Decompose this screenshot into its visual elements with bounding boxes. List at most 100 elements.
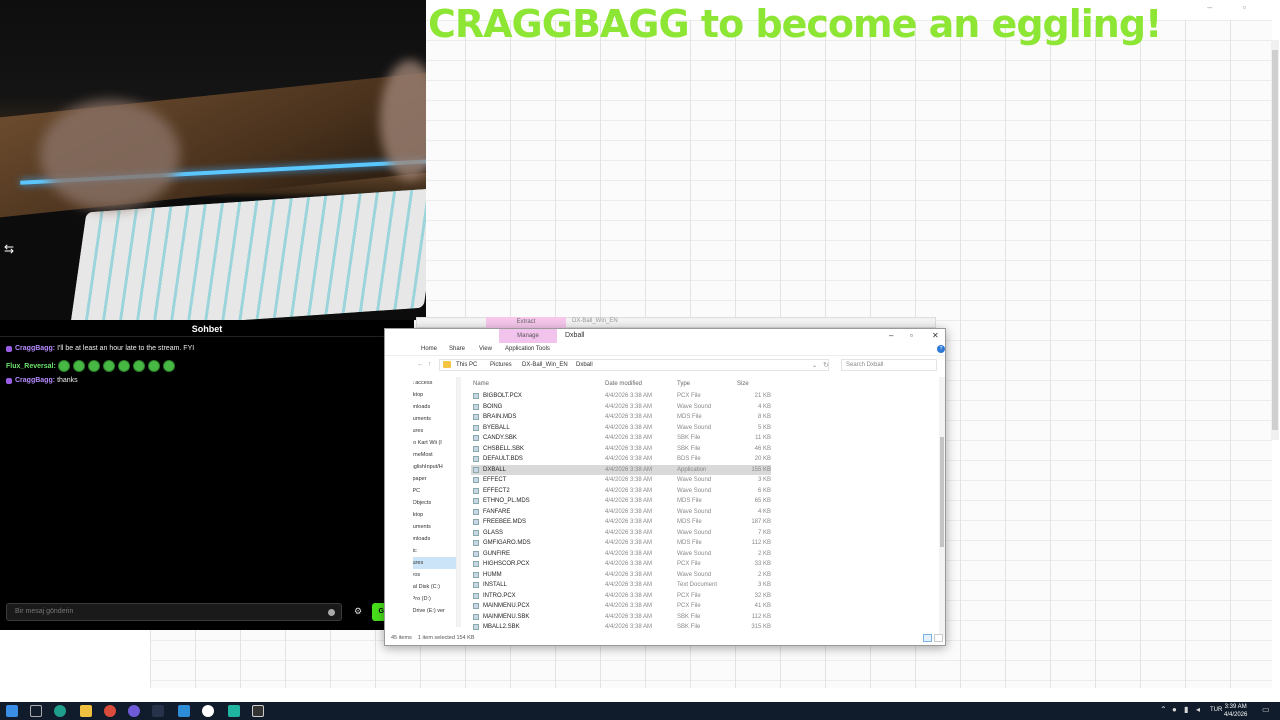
background-scrollbar[interactable] [1271,40,1279,440]
file-row[interactable]: EFFECT 4/4/2026 3:38 AM Wave Sound 3 KB [471,475,771,486]
navigation-scrollbar[interactable] [457,377,461,627]
chevron-down-icon[interactable]: ⌄ [812,362,817,369]
file-type: Wave Sound [677,424,712,431]
clock[interactable]: 3:39 AM 4/4/2026 [1224,703,1247,719]
nav-item[interactable]: hemeMost [413,449,456,461]
file-row[interactable]: DXBALL 4/4/2026 3:38 AM Application 155 KB [471,464,771,475]
steam-icon[interactable] [152,705,164,717]
gear-icon[interactable]: ⚙ [354,606,362,617]
nav-item[interactable]: allpaper [413,473,456,485]
nav-item[interactable]: is PC [413,485,456,497]
file-row[interactable]: BOING 4/4/2026 3:38 AM Wave Sound 4 KB [471,402,771,413]
chevron-up-icon[interactable]: ⌃ [1160,705,1167,714]
nav-item[interactable]: D Drive (E:) ver [413,605,456,617]
nav-item[interactable]: ocuments [413,521,456,533]
volume-icon[interactable]: ◂ [1196,705,1200,714]
ribbon-tab-share[interactable]: Share [449,346,465,352]
file-row[interactable]: CANDY.SBK 4/4/2026 3:38 AM SBK File 11 KB [471,433,771,444]
details-view-icon[interactable] [923,634,932,642]
maximize-icon[interactable]: ▫ [910,331,913,340]
nav-item[interactable]: usic [413,545,456,557]
column-header-name[interactable]: Name [473,381,489,387]
chat-input[interactable]: Bir mesaj gönderin [6,603,342,621]
tiles-view-icon[interactable] [934,634,943,642]
nav-item[interactable]: EnglishInput/H [413,461,456,473]
file-row[interactable]: FANFARE 4/4/2026 3:38 AM Wave Sound 4 KB [471,507,771,518]
column-header-type[interactable]: Type [677,381,690,387]
file-row[interactable]: FREEBEE.MDS 4/4/2026 3:38 AM MDS File 187 K… [471,517,771,528]
nav-item[interactable]: ick access [413,377,456,389]
nav-item[interactable]: ario Kart Wii (I [413,437,456,449]
extract-tab[interactable]: Extract [486,317,566,328]
start-icon[interactable] [6,705,18,717]
ribbon-tab-home[interactable]: Home [421,346,437,352]
app-icon[interactable] [178,705,190,717]
chat-username[interactable]: CraggBagg: [15,377,55,384]
manage-tab[interactable]: Manage [499,329,557,343]
chat-username[interactable]: CraggBagg: [15,345,55,352]
file-row[interactable]: GUNFIRE 4/4/2026 3:38 AM Wave Sound 2 KB [471,549,771,560]
nav-item[interactable]: esktop [413,389,456,401]
background-window-controls[interactable]: – ▫ [1207,2,1260,12]
breadcrumb-dxball[interactable]: Dxball [576,362,593,368]
app-icon[interactable] [252,705,264,717]
address-bar[interactable]: This PC Pictures DX-Ball_Win_EN Dxball ⌄ [439,359,829,371]
app-icon[interactable] [228,705,240,717]
file-row[interactable]: HIGHSCOR.PCX 4/4/2026 3:38 AM PCX File 33 K… [471,559,771,570]
network-icon[interactable]: ▮ [1184,705,1188,714]
nav-item[interactable]: D Objects [413,497,456,509]
nav-item[interactable]: ownloads [413,401,456,413]
file-explorer-icon[interactable] [80,705,92,717]
refresh-icon[interactable]: ↻ [823,361,829,369]
nav-item[interactable]: ocal Disk (C:) [413,581,456,593]
file-row[interactable]: MBALL2.SBK 4/4/2026 3:38 AM SBK File 315 KB [471,622,771,633]
file-row[interactable]: BIGBOLT.PCX 4/4/2026 3:38 AM PCX File 21 KB [471,391,771,402]
nav-item[interactable]: ownloads [413,533,456,545]
file-row[interactable]: CHSBELL.SBK 4/4/2026 3:38 AM SBK File 46 KB [471,444,771,455]
explorer-titlebar[interactable] [385,329,945,343]
app-icon[interactable] [202,705,214,717]
nav-item[interactable]: ocuments [413,413,456,425]
nav-item[interactable]: ictures [413,425,456,437]
nav-item[interactable]: ideos [413,569,456,581]
up-icon[interactable]: ↑ [428,361,432,368]
close-icon[interactable]: ✕ [932,331,939,340]
nav-item[interactable]: esktop [413,509,456,521]
file-row[interactable]: INSTALL 4/4/2026 3:38 AM Text Document 3 KB [471,580,771,591]
nav-item-selected[interactable]: ictures [413,557,456,569]
search-input[interactable]: Search Dxball [841,359,937,371]
edge-icon[interactable] [54,705,66,717]
task-view-icon[interactable] [30,705,42,717]
language-indicator[interactable]: TUR [1210,707,1222,713]
minimize-icon[interactable]: – [889,331,893,340]
chrome-icon[interactable] [104,705,116,717]
column-header-size[interactable]: Size [737,381,749,387]
help-icon[interactable]: ? [937,345,945,353]
file-row[interactable]: ETHNO_PL.MDS 4/4/2026 3:38 AM MDS File 65 K… [471,496,771,507]
file-row[interactable]: BRAIN.MDS 4/4/2026 3:38 AM MDS File 8 KB [471,412,771,423]
app-icon[interactable] [128,705,140,717]
file-row[interactable]: INTRO.PCX 4/4/2026 3:38 AM PCX File 32 KB [471,591,771,602]
file-row[interactable]: DEFAULT.BDS 4/4/2026 3:38 AM BDS File 20 KB [471,454,771,465]
ribbon-tab-application-tools[interactable]: Application Tools [505,346,550,352]
nav-item[interactable]: 0 Pro (D:) [413,593,456,605]
ribbon-tab-view[interactable]: View [479,346,492,352]
file-row[interactable]: GLASS 4/4/2026 3:38 AM Wave Sound 7 KB [471,528,771,539]
file-row[interactable]: HUMM 4/4/2026 3:38 AM Wave Sound 2 KB [471,570,771,581]
chat-username[interactable]: Flux_Reversal: [6,363,56,370]
file-list-scrollbar[interactable] [939,377,945,639]
breadcrumb-dxball-win[interactable]: DX-Ball_Win_EN [522,362,568,368]
file-row[interactable]: MAINMENU.PCX 4/4/2026 3:38 AM PCX File 41 K… [471,601,771,612]
file-row[interactable]: BYEBALL 4/4/2026 3:38 AM Wave Sound 5 KB [471,423,771,434]
file-row[interactable]: EFFECT2 4/4/2026 3:38 AM Wave Sound 6 KB [471,486,771,497]
mic-icon[interactable]: ● [1172,705,1177,714]
column-header-date[interactable]: Date modified [605,381,642,387]
emoji-icon[interactable] [328,609,335,616]
notification-icon[interactable]: ▭ [1262,705,1270,714]
breadcrumb-this-pc[interactable]: This PC [456,362,477,368]
breadcrumb-pictures[interactable]: Pictures [490,362,512,368]
file-row[interactable]: MAINMENU.SBK 4/4/2026 3:38 AM SBK File 112 … [471,612,771,623]
switch-icon: ⇆ [4,242,15,256]
file-row[interactable]: GMFIGARO.MDS 4/4/2026 3:38 AM MDS File 112 … [471,538,771,549]
back-icon[interactable]: ← [417,361,424,368]
